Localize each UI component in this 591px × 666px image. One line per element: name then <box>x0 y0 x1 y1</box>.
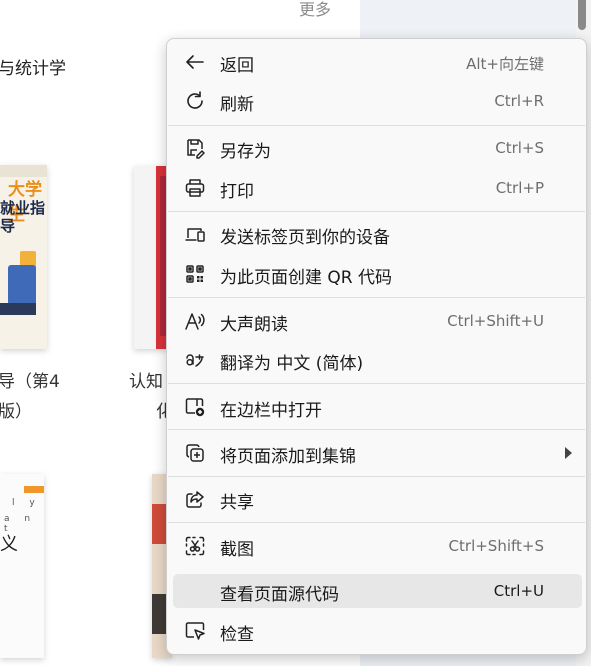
book-cover-text: 就业指导 <box>0 199 46 235</box>
save-as-icon <box>183 136 207 160</box>
menu-item-view-source[interactable]: 查看页面源代码 Ctrl+U <box>173 574 582 608</box>
qr-code-icon <box>183 262 207 286</box>
menu-item-label: 查看页面源代码 <box>220 585 339 605</box>
menu-item-shortcut: Ctrl+U <box>493 582 544 600</box>
menu-item-shortcut: Alt+向左键 <box>466 55 544 73</box>
more-link[interactable]: 更多 <box>299 0 331 20</box>
category-title: 与统计学 <box>0 59 66 79</box>
menu-item-label: 截图 <box>220 540 254 560</box>
refresh-icon <box>183 89 207 113</box>
screenshot-icon <box>183 534 207 558</box>
book-title[interactable]: 导（第4 <box>0 367 60 392</box>
book-cover-text: l y <box>12 498 41 508</box>
menu-item-label: 将页面添加到集锦 <box>220 447 356 467</box>
menu-item-print[interactable]: 打印 Ctrl+P <box>173 171 582 205</box>
menu-separator <box>168 211 585 212</box>
book-title[interactable]: 版） <box>0 397 32 422</box>
menu-item-back[interactable]: 返回 Alt+向左键 <box>173 45 582 79</box>
translate-icon <box>183 348 207 372</box>
menu-item-open-in-sidebar[interactable]: 在边栏中打开 <box>173 390 582 424</box>
menu-item-translate[interactable]: 翻译为 中文 (简体) <box>173 343 582 377</box>
menu-separator <box>168 297 585 298</box>
scrollbar-thumb[interactable] <box>578 0 586 30</box>
menu-item-read-aloud[interactable]: 大声朗读 Ctrl+Shift+U <box>173 304 582 338</box>
menu-item-shortcut: Ctrl+Shift+S <box>448 537 544 555</box>
menu-item-save-as[interactable]: 另存为 Ctrl+S <box>173 131 582 165</box>
menu-item-refresh[interactable]: 刷新 Ctrl+R <box>173 84 582 118</box>
read-aloud-icon <box>183 309 207 333</box>
menu-item-label: 共享 <box>220 493 254 513</box>
sidebar-open-icon <box>183 395 207 419</box>
book-cover-1[interactable]: 大学生 就业指导 <box>0 165 47 349</box>
menu-item-label: 发送标签页到你的设备 <box>220 228 390 248</box>
back-arrow-icon <box>183 50 207 74</box>
context-menu: 返回 Alt+向左键 刷新 Ctrl+R 另存为 Ctrl+S 打印 Ctrl+… <box>166 38 587 655</box>
menu-item-label: 返回 <box>220 56 254 76</box>
book-title[interactable]: 认知 <box>129 367 169 392</box>
menu-item-share[interactable]: 共享 <box>173 482 582 516</box>
menu-item-shortcut: Ctrl+R <box>494 92 544 110</box>
menu-item-send-to-device[interactable]: 发送标签页到你的设备 <box>173 217 582 251</box>
collections-add-icon <box>183 441 207 465</box>
menu-item-label: 为此页面创建 QR 代码 <box>220 268 393 288</box>
menu-item-shortcut: Ctrl+Shift+U <box>447 312 544 330</box>
menu-item-screenshot[interactable]: 截图 Ctrl+Shift+S <box>173 529 582 563</box>
send-to-device-icon <box>183 222 207 246</box>
menu-separator <box>168 125 585 126</box>
menu-item-label: 翻译为 中文 (简体) <box>220 354 364 374</box>
submenu-arrow-icon <box>565 447 572 459</box>
menu-separator <box>168 429 585 430</box>
inspect-icon <box>183 619 207 643</box>
menu-separator <box>168 522 585 523</box>
share-icon <box>183 487 207 511</box>
menu-item-shortcut: Ctrl+S <box>495 139 544 157</box>
menu-item-label: 另存为 <box>220 142 271 162</box>
menu-item-label: 检查 <box>220 625 254 645</box>
menu-item-qr-code[interactable]: 为此页面创建 QR 代码 <box>173 257 582 291</box>
menu-separator <box>168 383 585 384</box>
menu-item-label: 打印 <box>220 182 254 202</box>
print-icon <box>183 176 207 200</box>
book-cover-text: 义 <box>0 534 18 555</box>
menu-separator <box>168 476 585 477</box>
menu-item-shortcut: Ctrl+P <box>495 179 544 197</box>
menu-item-label: 大声朗读 <box>220 315 288 335</box>
menu-item-label: 在边栏中打开 <box>220 401 322 421</box>
book-cover-3[interactable]: l y a n t 义 <box>0 474 44 658</box>
menu-item-label: 刷新 <box>220 95 254 115</box>
menu-item-add-to-collections[interactable]: 将页面添加到集锦 <box>173 436 582 470</box>
menu-item-inspect[interactable]: 检查 <box>173 614 582 648</box>
